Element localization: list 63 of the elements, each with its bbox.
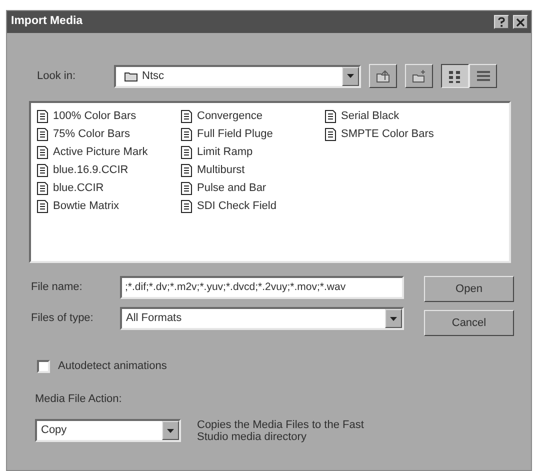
caret-icon (167, 428, 174, 432)
file-icon (37, 128, 48, 140)
file-name[interactable]: Multiburst (197, 162, 245, 178)
file-icon (37, 182, 48, 194)
dropdown-button[interactable] (342, 66, 359, 86)
checkbox[interactable] (37, 360, 50, 373)
dropdown-button[interactable] (385, 309, 402, 328)
file-name[interactable]: 75% Color Bars (53, 126, 130, 142)
file-name[interactable]: Pulse and Bar (197, 180, 266, 196)
file-icon (181, 164, 192, 176)
new-folder-icon (411, 68, 427, 84)
caret-icon (347, 74, 354, 78)
media-action-dropdown[interactable]: Copy (35, 419, 181, 442)
look-in-value: Ntsc (142, 68, 165, 84)
look-in-dropdown[interactable]: Ntsc (114, 64, 361, 88)
close-button[interactable] (513, 15, 528, 29)
file-icon (181, 182, 192, 194)
close-icon (516, 18, 525, 26)
file-type-label: Files of type: (31, 311, 94, 326)
dropdown-button[interactable] (162, 421, 179, 440)
file-name[interactable]: 100% Color Bars (53, 108, 136, 124)
help-button[interactable] (494, 15, 509, 29)
file-name-field[interactable]: ;*.dif;*.dv;*.m2v;*.yuv;*.dvcd;*.2vuy;*.mov;*.wav (120, 276, 404, 299)
file-name[interactable]: Serial Black (341, 108, 400, 124)
file-name[interactable]: blue.CCIR (53, 180, 104, 196)
new-folder-button[interactable] (405, 64, 433, 88)
file-icon (37, 164, 48, 176)
caret-icon (390, 316, 397, 320)
file-icon (325, 128, 336, 140)
file-icon (181, 128, 192, 140)
file-icon (181, 200, 192, 212)
file-name[interactable]: Active Picture Mark (53, 144, 148, 160)
help-icon (497, 17, 506, 27)
media-action-label: Media File Action: (35, 392, 122, 404)
file-icon (325, 110, 336, 122)
file-name[interactable]: Limit Ramp (197, 144, 253, 160)
window-title: Import Media (11, 14, 83, 30)
cancel-button[interactable]: Cancel (424, 310, 514, 336)
up-folder-button[interactable] (369, 64, 397, 88)
file-type-value: All Formats (125, 311, 183, 326)
file-name[interactable]: Convergence (197, 108, 262, 124)
file-name[interactable]: Full Field Pluge (197, 126, 273, 142)
details-view-icon (476, 68, 490, 84)
list-view-icon (448, 68, 462, 84)
file-name[interactable]: SMPTE Color Bars (341, 126, 434, 142)
up-folder-icon (375, 68, 391, 84)
file-name[interactable]: Bowtie Matrix (53, 198, 120, 214)
checkbox-label: Autodetect animations (58, 359, 167, 374)
file-type-dropdown[interactable]: All Formats (120, 307, 404, 330)
file-icon (181, 146, 192, 158)
file-name-label: File name: (31, 280, 84, 296)
file-icon (181, 110, 192, 122)
file-icon (37, 146, 48, 158)
media-action-value: Copy (40, 423, 68, 438)
file-name[interactable]: blue.16.9.CCIR (53, 162, 128, 178)
look-in-label: Look in: (37, 68, 77, 84)
folder-icon (124, 70, 138, 82)
view-button[interactable] (441, 64, 469, 88)
media-action-description: Copies the Media Files to the Fast Studio media directory (197, 419, 365, 443)
open-button[interactable]: Open (424, 276, 514, 302)
file-name[interactable]: SDI Check Field (197, 198, 276, 214)
file-icon (37, 200, 48, 212)
file-icon (37, 110, 48, 122)
